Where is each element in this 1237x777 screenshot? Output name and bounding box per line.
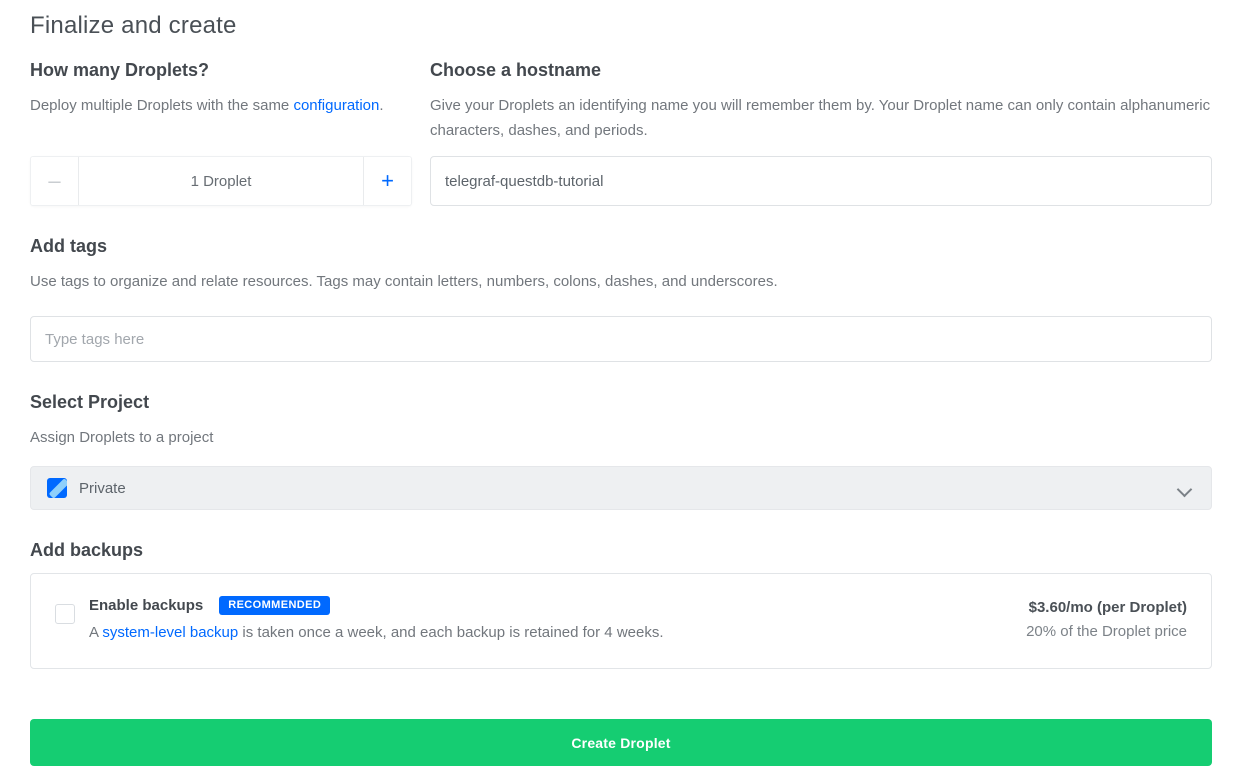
hostname-header: Choose a hostname Give your Droplets an … <box>430 60 1212 156</box>
tags-heading: Add tags <box>30 236 1212 257</box>
project-icon-stripe <box>49 478 67 498</box>
enable-backups-label: Enable backups <box>89 597 203 614</box>
recommended-badge: RECOMMENDED <box>219 596 330 615</box>
droplet-count-stepper: – 1 Droplet + <box>30 156 412 206</box>
droplet-count-desc-suffix: . <box>379 97 383 114</box>
page-title: Finalize and create <box>30 12 1212 40</box>
increment-droplets-button[interactable]: + <box>363 157 411 205</box>
backups-card: Enable backups RECOMMENDED A system-leve… <box>30 573 1212 669</box>
hostname-heading: Choose a hostname <box>430 60 1212 81</box>
backups-price-note: 20% of the Droplet price <box>1026 620 1187 644</box>
hostname-description: Give your Droplets an identifying name y… <box>430 93 1212 143</box>
project-description: Assign Droplets to a project <box>30 425 1212 450</box>
backups-desc-prefix: A <box>89 624 102 641</box>
tags-section: Add tags Use tags to organize and relate… <box>30 236 1212 362</box>
chevron-down-icon <box>1179 482 1191 494</box>
hostname-section: Choose a hostname Give your Droplets an … <box>430 60 1212 206</box>
create-droplet-button[interactable]: Create Droplet <box>30 719 1212 766</box>
system-level-backup-link[interactable]: system-level backup <box>102 624 238 641</box>
backups-card-main: Enable backups RECOMMENDED A system-leve… <box>89 596 1026 644</box>
decrement-droplets-button[interactable]: – <box>31 157 79 205</box>
finalize-and-create-page: Finalize and create How many Droplets? D… <box>0 0 1237 766</box>
tags-description: Use tags to organize and relate resource… <box>30 269 1212 294</box>
enable-backups-checkbox[interactable] <box>55 604 75 624</box>
droplet-count-heading: How many Droplets? <box>30 60 412 81</box>
backups-description: A system-level backup is taken once a we… <box>89 622 1026 644</box>
backups-heading: Add backups <box>30 540 1212 561</box>
droplet-count-description: Deploy multiple Droplets with the same c… <box>30 93 412 118</box>
backups-section: Add backups Enable backups RECOMMENDED A… <box>30 540 1212 669</box>
project-icon <box>47 478 67 498</box>
project-selected-value: Private <box>79 480 1179 497</box>
project-heading: Select Project <box>30 392 1212 413</box>
project-select[interactable]: Private <box>30 466 1212 510</box>
project-section: Select Project Assign Droplets to a proj… <box>30 392 1212 510</box>
backups-price: $3.60/mo (per Droplet) <box>1026 596 1187 620</box>
backups-desc-suffix: is taken once a week, and each backup is… <box>238 624 663 641</box>
hostname-input[interactable] <box>430 156 1212 206</box>
droplet-count-desc-prefix: Deploy multiple Droplets with the same <box>30 97 293 114</box>
backups-title-row: Enable backups RECOMMENDED <box>89 596 1026 615</box>
droplet-count-header: How many Droplets? Deploy multiple Dropl… <box>30 60 412 156</box>
tags-input[interactable] <box>30 316 1212 362</box>
configuration-link[interactable]: configuration <box>293 97 379 114</box>
droplet-count-value: 1 Droplet <box>79 157 363 205</box>
droplet-count-section: How many Droplets? Deploy multiple Dropl… <box>30 60 412 206</box>
top-row: How many Droplets? Deploy multiple Dropl… <box>30 60 1212 206</box>
backups-price-block: $3.60/mo (per Droplet) 20% of the Drople… <box>1026 596 1187 644</box>
